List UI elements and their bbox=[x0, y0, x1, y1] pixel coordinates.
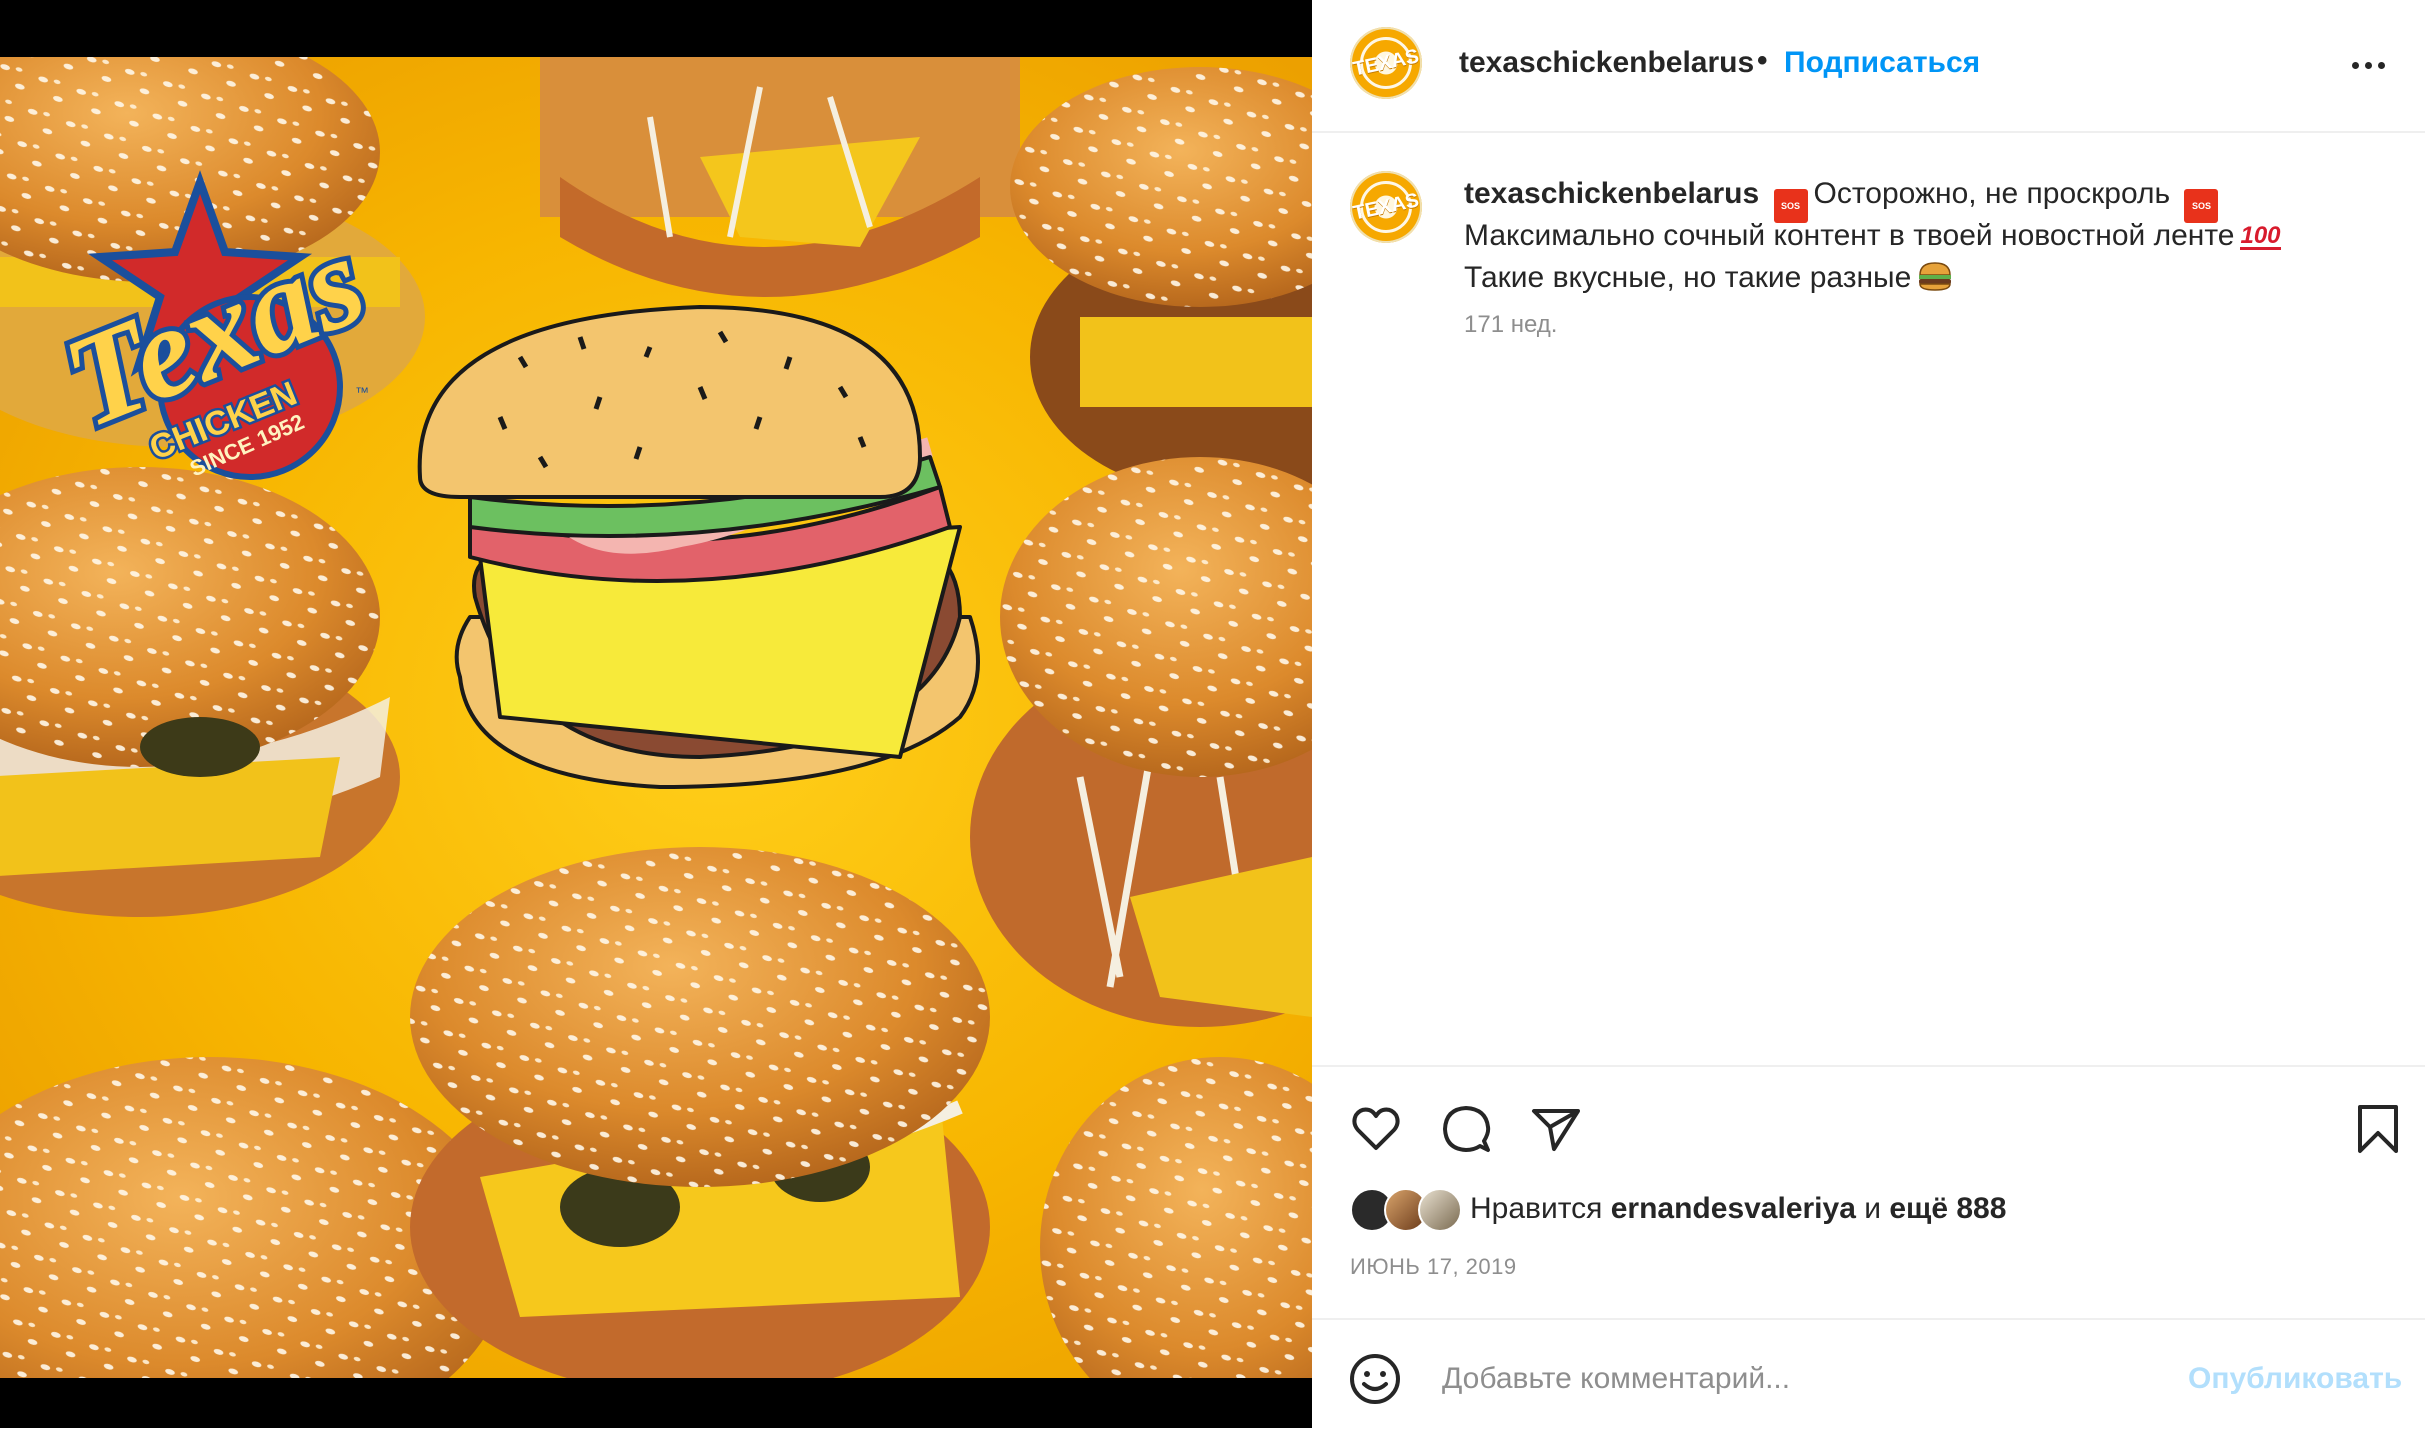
likes-row: Нравится ernandesvaleriya и ещё 888 bbox=[1350, 1188, 2410, 1234]
follow-button[interactable]: Подписаться bbox=[1784, 46, 1980, 80]
heart-icon[interactable] bbox=[1350, 1103, 1402, 1155]
caption-line-1: texaschickenbelarus SOS Осторожно, не про… bbox=[1464, 177, 2224, 223]
caption-username[interactable]: texaschickenbelarus bbox=[1464, 177, 1759, 210]
avatar-logo-text: TEXAS bbox=[1350, 44, 1421, 81]
post-side-panel: TEXAS texaschickenbelarus • Подписаться … bbox=[1312, 0, 2425, 1428]
comment-box: Опубликовать bbox=[1312, 1318, 2425, 1430]
caption-text-1: Осторожно, не проскроль bbox=[1813, 177, 2171, 210]
caption-text-3: Такие вкусные, но такие разные bbox=[1464, 261, 1912, 294]
burger-emoji-icon bbox=[1919, 262, 1952, 291]
post-media: SINCE 1952 Texas CHICKEN ™ bbox=[0, 0, 1312, 1428]
caption-avatar-logo-text: TEXAS bbox=[1350, 188, 1421, 225]
author-username[interactable]: texaschickenbelarus bbox=[1459, 46, 1754, 80]
svg-text:™: ™ bbox=[355, 384, 369, 400]
comment-input[interactable] bbox=[1440, 1348, 2144, 1410]
photo-burger-mid-left bbox=[0, 467, 400, 917]
more-options-icon[interactable] bbox=[2352, 50, 2396, 80]
cartoon-burger bbox=[417, 305, 980, 789]
photo-burger-mid-right bbox=[970, 457, 1312, 1027]
post-date[interactable]: ИЮНЬ 17, 2019 bbox=[1350, 1254, 1517, 1280]
likes-prefix: Нравится bbox=[1470, 1192, 1603, 1225]
photo-burger-top-center bbox=[540, 57, 1020, 297]
hundred-points-icon: 100 bbox=[2240, 222, 2281, 250]
likes-middle: и bbox=[1864, 1192, 1881, 1225]
caption-author-avatar[interactable]: TEXAS bbox=[1350, 171, 1422, 243]
post-header: TEXAS texaschickenbelarus • Подписаться bbox=[1312, 0, 2425, 133]
sos-icon: SOS bbox=[2184, 189, 2219, 223]
liker-username[interactable]: ernandesvaleriya bbox=[1611, 1192, 1856, 1225]
separator-dot: • bbox=[1757, 44, 1768, 77]
instagram-post-view: SINCE 1952 Texas CHICKEN ™ TEXAS texasch… bbox=[0, 0, 2425, 1428]
caption-line-3: Такие вкусные, но такие разные bbox=[1464, 261, 1953, 295]
photo-burger-bottom-right bbox=[1040, 1057, 1312, 1378]
caption-line-2: Максимально сочный контент в твоей новос… bbox=[1464, 219, 2281, 253]
emoji-icon[interactable] bbox=[1348, 1352, 1402, 1406]
photo-burger-bottom-center bbox=[410, 847, 990, 1378]
likes-summary: Нравится ernandesvaleriya и ещё 888 bbox=[1470, 1192, 2006, 1226]
caption-text-2: Максимально сочный контент в твоей новос… bbox=[1464, 219, 2235, 252]
sos-icon: SOS bbox=[1773, 189, 1808, 223]
post-photo[interactable]: SINCE 1952 Texas CHICKEN ™ bbox=[0, 57, 1312, 1378]
author-avatar[interactable]: TEXAS bbox=[1350, 27, 1422, 99]
photo-burger-top-right bbox=[1010, 67, 1312, 497]
post-actions bbox=[1312, 1067, 2425, 1177]
burgers-illustration: SINCE 1952 Texas CHICKEN ™ bbox=[0, 57, 1312, 1378]
post-caption: TEXAS texaschickenbelarus SOS Осторожно, … bbox=[1312, 131, 2425, 1067]
comment-icon[interactable] bbox=[1440, 1103, 1492, 1155]
bookmark-icon[interactable] bbox=[2352, 1103, 2404, 1155]
likes-count[interactable]: ещё 888 bbox=[1889, 1192, 2006, 1225]
publish-button[interactable]: Опубликовать bbox=[2188, 1362, 2402, 1396]
liker-avatar[interactable] bbox=[1418, 1188, 1462, 1232]
caption-time[interactable]: 171 нед. bbox=[1464, 311, 1557, 339]
share-icon[interactable] bbox=[1530, 1103, 1582, 1155]
